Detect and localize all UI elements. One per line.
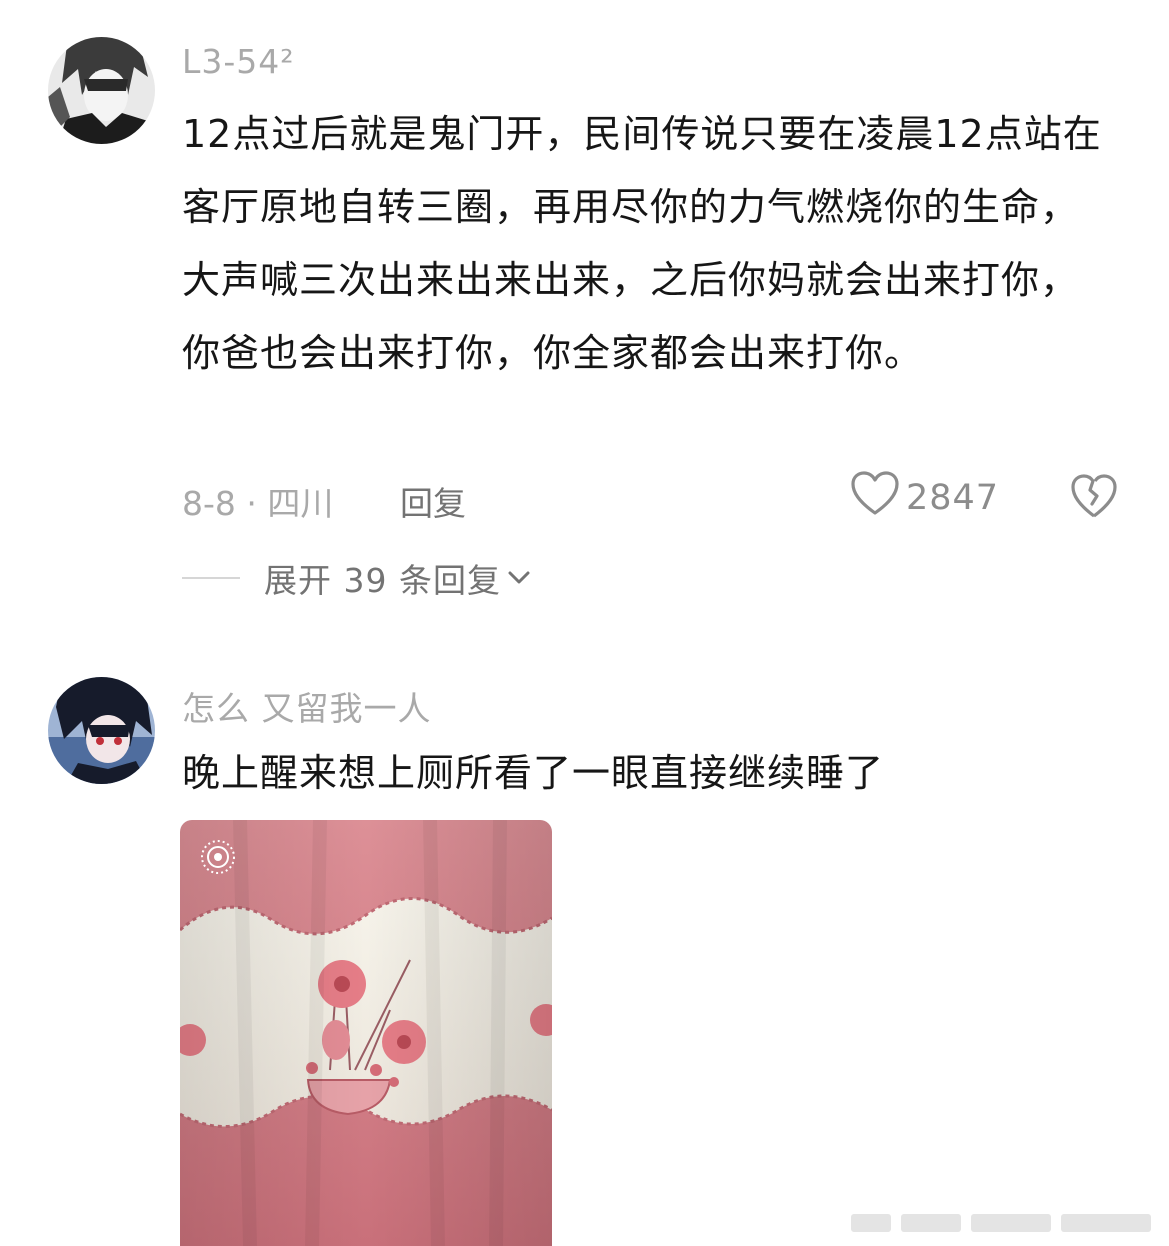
expand-replies-button[interactable]: 展开 39 条回复 [182, 552, 531, 604]
avatar[interactable] [48, 677, 155, 784]
like-button[interactable]: 2847 [850, 471, 1000, 525]
comment-text: 12点过后就是鬼门开，民间传说只要在凌晨12点站在客厅原地自转三圈，再用尽你的力… [182, 112, 1102, 375]
watermark [841, 1208, 1161, 1238]
dislike-button[interactable] [1070, 474, 1118, 528]
heart-outline-icon [850, 471, 900, 525]
username[interactable]: 怎么 又留我一人 [182, 682, 432, 730]
comment-text: 晚上醒来想上厕所看了一眼直接继续睡了 [182, 751, 885, 795]
avatar[interactable] [48, 37, 155, 144]
date-location: 8-8 · 四川 [182, 484, 334, 523]
like-count: 2847 [906, 478, 1000, 518]
comment-photo[interactable] [180, 820, 552, 1246]
expand-replies-label: 展开 39 条回复 [264, 561, 501, 600]
username[interactable]: L3-54² [182, 42, 295, 81]
broken-heart-icon [1070, 474, 1118, 528]
divider-line [182, 577, 240, 579]
chevron-down-icon [507, 570, 531, 590]
reply-button[interactable]: 回复 [400, 477, 466, 525]
comment-meta: 8-8 · 四川 回复 2847 [182, 471, 1132, 525]
